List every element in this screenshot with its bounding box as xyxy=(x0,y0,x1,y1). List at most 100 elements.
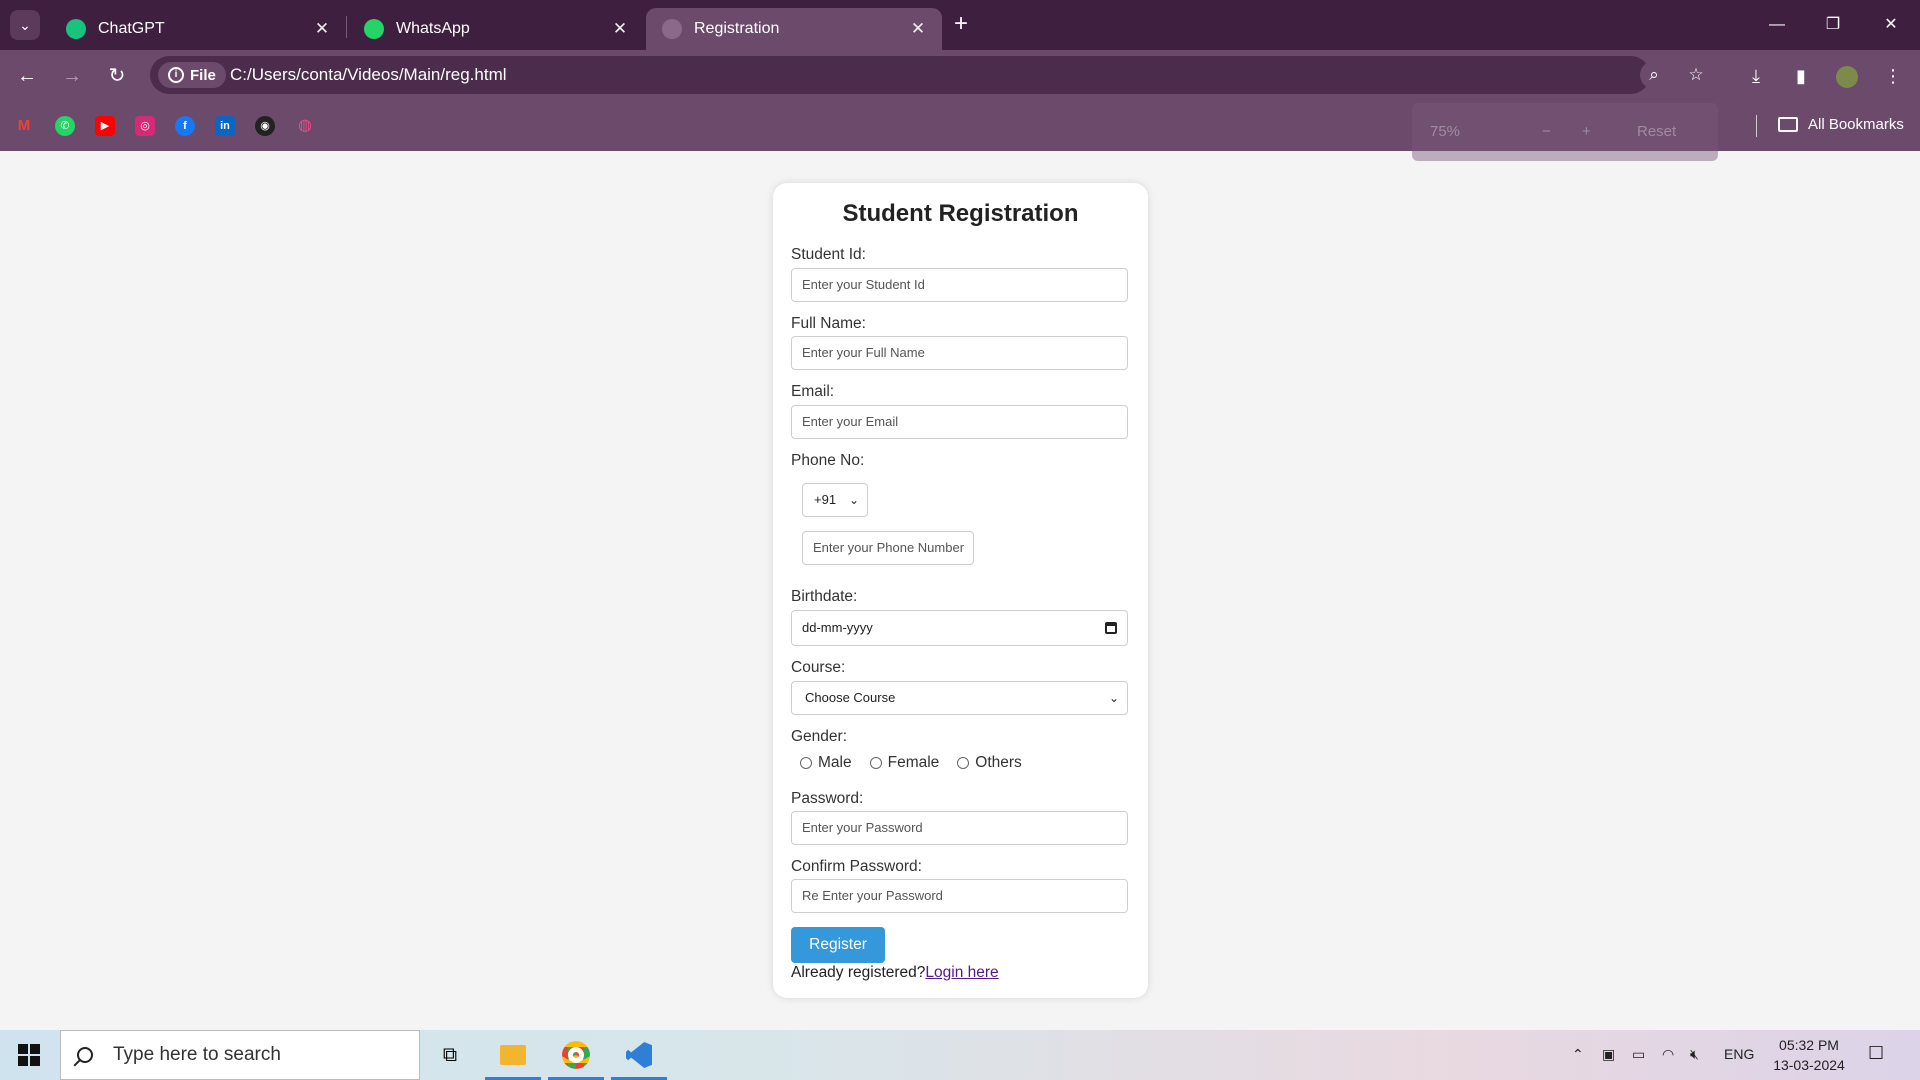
course-label: Course: xyxy=(791,659,846,676)
folder-icon xyxy=(1778,117,1798,132)
calendar-icon[interactable] xyxy=(1105,622,1117,634)
forward-button[interactable]: → xyxy=(57,61,87,91)
facebook-icon[interactable]: f xyxy=(175,116,195,136)
login-prompt: Already registered?Login here xyxy=(791,964,999,982)
notification-icon[interactable]: ☐ xyxy=(1868,1043,1884,1064)
all-bookmarks-button[interactable]: All Bookmarks xyxy=(1778,116,1904,133)
birthdate-input[interactable]: dd-mm-yyyy xyxy=(791,610,1128,646)
page-title: Student Registration xyxy=(842,200,1079,227)
close-icon[interactable]: ✕ xyxy=(610,19,630,39)
close-icon[interactable]: ✕ xyxy=(312,19,332,39)
gender-radio-group: Male Female Others xyxy=(800,754,1040,772)
chevron-up-icon[interactable]: ⌃ xyxy=(1572,1046,1584,1063)
wifi-icon[interactable]: ◠ xyxy=(1662,1046,1674,1063)
student-id-input[interactable]: Enter your Student Id xyxy=(791,268,1128,302)
profile-avatar[interactable] xyxy=(1832,61,1862,91)
radio-button[interactable] xyxy=(957,757,970,769)
login-link[interactable]: Login here xyxy=(925,964,998,981)
gender-option-label: Male xyxy=(818,754,852,771)
zoom-in-button[interactable]: + xyxy=(1582,123,1591,140)
full-name-label: Full Name: xyxy=(791,315,866,332)
email-label: Email: xyxy=(791,383,835,400)
minimize-button[interactable]: — xyxy=(1752,8,1802,42)
folder-icon xyxy=(500,1045,526,1065)
close-icon[interactable]: ✕ xyxy=(908,19,928,39)
taskbar-chrome[interactable] xyxy=(548,1030,604,1080)
search-icon xyxy=(77,1047,93,1063)
birthdate-placeholder: dd-mm-yyyy xyxy=(802,620,873,635)
clock-time: 05:32 PM xyxy=(1779,1037,1839,1053)
gender-option-label: Others xyxy=(975,754,1022,771)
url-text[interactable]: C:/Users/conta/Videos/Main/reg.html xyxy=(230,65,507,85)
login-prompt-text: Already registered? xyxy=(791,964,926,981)
tab-separator xyxy=(346,16,347,38)
side-panel-icon[interactable]: ▮ xyxy=(1786,61,1816,91)
whatsapp-icon[interactable]: ✆ xyxy=(55,116,75,136)
reload-icon: ↻ xyxy=(108,65,126,87)
linkedin-icon[interactable]: in xyxy=(215,116,235,136)
new-tab-button[interactable]: + xyxy=(947,11,975,39)
confirm-password-input[interactable]: Re Enter your Password xyxy=(791,879,1128,913)
windows-taskbar: Type here to search ⧉ ⌃ ▣ ▭ ◠ 🔇︎ ENG 05:… xyxy=(0,1030,1920,1080)
password-label: Password: xyxy=(791,790,864,807)
country-code-select[interactable]: +91 ⌄ xyxy=(802,483,868,517)
address-bar[interactable]: i File C:/Users/conta/Videos/Main/reg.ht… xyxy=(150,56,1704,94)
gender-option-female[interactable]: Female xyxy=(869,754,939,772)
country-code-value: +91 xyxy=(814,492,837,507)
start-button[interactable] xyxy=(18,1044,40,1066)
register-button[interactable]: Register xyxy=(791,927,885,963)
task-view-icon: ⧉ xyxy=(442,1043,458,1066)
battery-icon[interactable]: ▭ xyxy=(1632,1046,1645,1063)
restore-icon: ❐ xyxy=(1825,16,1841,33)
site-info-chip[interactable]: i File xyxy=(158,62,226,88)
plus-icon: + xyxy=(953,10,968,37)
tab-chatgpt[interactable]: ChatGPT ✕ xyxy=(50,8,346,50)
registration-card: Student Registration Student Id: Enter y… xyxy=(773,183,1148,998)
close-icon: ✕ xyxy=(1884,16,1898,33)
gender-label: Gender: xyxy=(791,728,848,745)
scheme-label: File xyxy=(190,66,216,84)
instagram-icon[interactable]: ◎ xyxy=(135,116,155,136)
gender-option-male[interactable]: Male xyxy=(800,754,852,772)
chevron-down-icon: ⌄ xyxy=(848,493,859,507)
course-select[interactable]: Choose Course ⌄ xyxy=(791,681,1128,715)
tab-title: Registration xyxy=(694,20,780,37)
dribbble-icon[interactable]: ◍ xyxy=(295,116,315,136)
monitor-icon[interactable]: ▣ xyxy=(1602,1046,1615,1063)
taskbar-file-explorer[interactable] xyxy=(485,1030,541,1080)
vscode-icon xyxy=(626,1042,652,1068)
tab-search-button[interactable]: ⌄ xyxy=(10,10,40,40)
tab-whatsapp[interactable]: WhatsApp ✕ xyxy=(348,8,644,50)
phone-input[interactable]: Enter your Phone Number xyxy=(802,531,974,565)
radio-button[interactable] xyxy=(869,757,882,769)
zoom-icon[interactable]: ⌕ xyxy=(1640,61,1668,89)
task-view-button[interactable]: ⧉ xyxy=(422,1030,478,1080)
gmail-icon[interactable]: M xyxy=(14,116,34,136)
restore-button[interactable]: ❐ xyxy=(1808,8,1858,42)
youtube-icon[interactable]: ▶ xyxy=(95,116,115,136)
tab-registration[interactable]: Registration ✕ xyxy=(646,8,942,50)
reload-button[interactable]: ↻ xyxy=(102,61,132,91)
zoom-reset-button[interactable]: Reset xyxy=(1637,123,1676,140)
close-window-button[interactable]: ✕ xyxy=(1866,8,1916,42)
gender-option-others[interactable]: Others xyxy=(957,754,1022,772)
zoom-out-button[interactable]: − xyxy=(1542,123,1551,140)
taskbar-clock[interactable]: 05:32 PM 13-03-2024 xyxy=(1764,1035,1854,1075)
chevron-down-icon: ⌄ xyxy=(1108,691,1119,705)
menu-kebab-icon[interactable]: ⋮ xyxy=(1878,61,1908,91)
taskbar-vscode[interactable] xyxy=(611,1030,667,1080)
volume-muted-icon[interactable]: 🔇︎ xyxy=(1690,1046,1699,1063)
back-button[interactable]: ← xyxy=(12,61,42,91)
taskbar-search-input[interactable]: Type here to search xyxy=(60,1030,420,1080)
star-icon[interactable]: ☆ xyxy=(1682,61,1710,89)
language-indicator[interactable]: ENG xyxy=(1724,1046,1754,1062)
github-icon[interactable]: ◉ xyxy=(255,116,275,136)
radio-button[interactable] xyxy=(800,757,812,769)
whatsapp-icon xyxy=(364,19,384,39)
browser-tab-strip: ⌄ ChatGPT ✕ WhatsApp ✕ Registration ✕ + … xyxy=(0,0,1920,50)
globe-icon xyxy=(662,19,682,39)
download-icon[interactable]: ⤓ xyxy=(1741,61,1771,91)
password-input[interactable]: Enter your Password xyxy=(791,811,1128,845)
email-input[interactable]: Enter your Email xyxy=(791,405,1128,439)
full-name-input[interactable]: Enter your Full Name xyxy=(791,336,1128,370)
